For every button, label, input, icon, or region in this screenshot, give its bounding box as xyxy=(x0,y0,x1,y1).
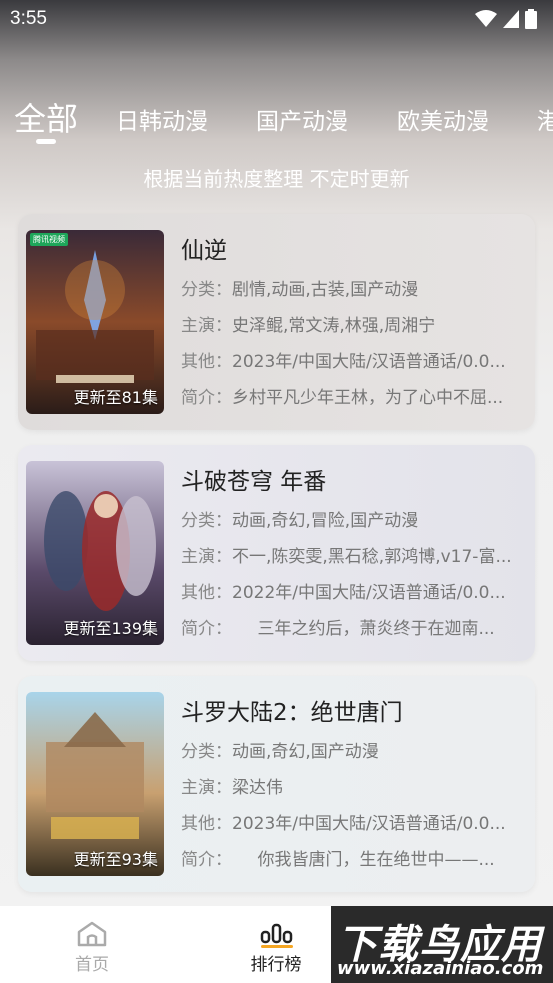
ranking-icon xyxy=(260,923,293,948)
category-tabs: 全部 日韩动漫 国产动漫 欧美动漫 港 xyxy=(0,88,553,148)
anime-title[interactable]: 仙逆 xyxy=(181,231,227,265)
anime-poster[interactable]: 腾讯视频 更新至81集 xyxy=(26,230,164,414)
info-intro: 简介：乡村平凡少年王林，为了心中不屈... xyxy=(181,388,504,408)
info-cast: 主演：不一,陈奕雯,黑石稔,郭鸿博,v17-富... xyxy=(181,547,512,567)
anime-title[interactable]: 斗破苍穹 年番 xyxy=(181,462,326,496)
nav-ranking[interactable]: 排行榜 xyxy=(216,906,336,983)
status-bar: 3:55 xyxy=(0,0,553,38)
episode-badge: 更新至139集 xyxy=(63,619,158,638)
info-cast: 主演：史泽鲲,常文涛,林强,周湘宁 xyxy=(181,316,436,336)
home-icon xyxy=(77,921,107,947)
nav-home[interactable]: 首页 xyxy=(32,906,152,983)
watermark-url: www.xiazainiao.com xyxy=(337,958,544,979)
episode-badge: 更新至93集 xyxy=(73,850,158,869)
info-category: 分类：剧情,动画,古装,国产动漫 xyxy=(181,280,419,300)
anime-card[interactable]: 腾讯视频 更新至81集 仙逆 分类：剧情,动画,古装,国产动漫 主演：史泽鲲,常… xyxy=(18,214,535,430)
info-other: 其他：2023年/中国大陆/汉语普通话/0.0... xyxy=(181,352,506,372)
info-other: 其他：2022年/中国大陆/汉语普通话/0.0... xyxy=(181,583,506,603)
wifi-icon xyxy=(475,10,497,27)
anime-poster[interactable]: 更新至139集 xyxy=(26,461,164,645)
watermark-logo: 下载鸟应用 www.xiazainiao.com xyxy=(331,906,553,983)
status-icons xyxy=(475,9,537,29)
battery-icon xyxy=(525,9,537,29)
info-intro: 简介： 三年之约后，萧炎终于在迦南... xyxy=(181,619,495,639)
episode-badge: 更新至81集 xyxy=(73,388,158,407)
anime-title[interactable]: 斗罗大陆2：绝世唐门 xyxy=(181,693,403,727)
ranking-subtitle: 根据当前热度整理 不定时更新 xyxy=(143,167,410,191)
active-tab-indicator xyxy=(36,139,56,144)
status-time: 3:55 xyxy=(10,8,47,29)
anime-card[interactable]: 更新至139集 斗破苍穹 年番 分类：动画,奇幻,冒险,国产动漫 主演：不一,陈… xyxy=(18,445,535,661)
tab-japan-korea-anime[interactable]: 日韩动漫 xyxy=(116,102,208,136)
tab-hk-anime[interactable]: 港 xyxy=(537,102,553,136)
info-other: 其他：2023年/中国大陆/汉语普通话/0.0... xyxy=(181,814,506,834)
info-category: 分类：动画,奇幻,冒险,国产动漫 xyxy=(181,511,419,531)
tab-all[interactable]: 全部 xyxy=(14,94,78,140)
anime-poster[interactable]: 更新至93集 xyxy=(26,692,164,876)
info-intro: 简介： 你我皆唐门，生在绝世中——... xyxy=(181,850,495,870)
platform-tag: 腾讯视频 xyxy=(30,233,68,246)
nav-home-label: 首页 xyxy=(75,955,109,975)
info-cast: 主演：梁达伟 xyxy=(181,778,283,798)
tab-western-anime[interactable]: 欧美动漫 xyxy=(397,102,489,136)
signal-icon xyxy=(503,10,519,28)
tab-domestic-anime[interactable]: 国产动漫 xyxy=(256,102,348,136)
nav-ranking-label: 排行榜 xyxy=(250,955,302,975)
info-category: 分类：动画,奇幻,国产动漫 xyxy=(181,742,379,762)
anime-card[interactable]: 更新至93集 斗罗大陆2：绝世唐门 分类：动画,奇幻,国产动漫 主演：梁达伟 其… xyxy=(18,676,535,892)
